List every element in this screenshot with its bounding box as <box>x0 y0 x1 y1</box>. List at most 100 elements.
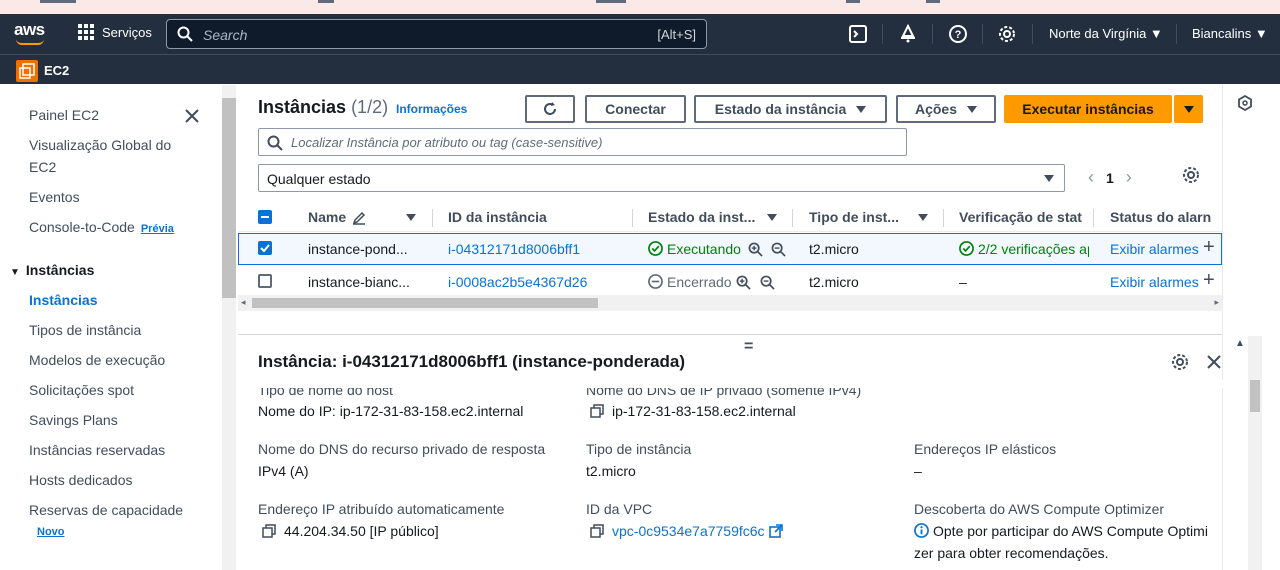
column-header-status-check[interactable]: Verificação de stat <box>959 209 1083 225</box>
sort-caret-icon[interactable] <box>767 214 777 221</box>
close-details-icon[interactable] <box>1206 354 1222 370</box>
state-label: Executando <box>667 241 741 257</box>
connect-button[interactable]: Conectar <box>585 95 686 123</box>
scroll-thumb[interactable] <box>252 298 598 308</box>
sidebar-item-console-to-code[interactable]: Console-to-Code Prévia <box>29 216 219 240</box>
add-alarm-icon[interactable]: + <box>1203 236 1215 259</box>
instance-id-link[interactable]: i-04312171d8006bff1 <box>448 241 580 257</box>
sidebar-item-instancias-reservadas[interactable]: Instâncias reservadas <box>29 439 189 461</box>
scroll-right-icon[interactable]: ▸ <box>1214 297 1219 308</box>
table-horizontal-scrollbar[interactable]: ◂ ▸ <box>238 295 1222 311</box>
sidebar-scroll-thumb[interactable] <box>222 98 236 298</box>
ec2-service-icon[interactable] <box>16 60 38 82</box>
help-panel-icon[interactable] <box>1237 95 1253 111</box>
grid-icon <box>78 24 94 40</box>
sidebar-item-eventos[interactable]: Eventos <box>29 186 189 208</box>
sort-caret-icon[interactable] <box>918 214 928 221</box>
instance-name: instance-bianc... <box>308 274 410 290</box>
info-icon <box>914 523 929 538</box>
view-alarms-link[interactable]: Exibir alarmes <box>1110 274 1199 290</box>
success-check-icon <box>959 241 974 256</box>
split-divider[interactable] <box>238 334 1222 335</box>
column-header-state[interactable]: Estado da inst... <box>648 209 758 225</box>
sidebar-item-tipos-de-instancia[interactable]: Tipos de instância <box>29 319 189 341</box>
stopped-icon <box>648 274 663 289</box>
help-icon[interactable]: ? <box>948 24 968 44</box>
sidebar-item-modelos-de-execucao[interactable]: Modelos de execução <box>29 349 189 371</box>
zoom-in-icon[interactable] <box>748 242 763 257</box>
instance-state-dropdown[interactable]: Estado da instância <box>694 95 887 123</box>
elastic-ip-value: – <box>914 463 922 479</box>
search-shortcut: [Alt+S] <box>657 27 696 42</box>
current-page[interactable]: 1 <box>1106 170 1114 186</box>
view-alarms-link[interactable]: Exibir alarmes <box>1110 241 1199 257</box>
cloudshell-icon[interactable] <box>848 24 868 44</box>
sort-caret-icon[interactable] <box>406 214 416 221</box>
details-title: Instância: i-04312171d8006bff1 (instance… <box>258 352 686 371</box>
instance-state: Encerrado <box>648 274 732 290</box>
instance-filter-input[interactable]: Localizar Instância por atributo ou tag … <box>258 128 907 156</box>
sidebar-item-reservas-de-capacidade[interactable]: Reservas de capacidade <box>29 499 209 521</box>
vpc-value: vpc-0c9534e7a7759fc6c <box>590 520 783 542</box>
optimizer-text-2[interactable]: zer para obter recomendações. <box>914 542 1109 564</box>
refresh-button[interactable] <box>525 95 575 123</box>
settings-gear-icon[interactable] <box>997 24 1017 44</box>
details-settings-gear-icon[interactable] <box>1171 353 1189 371</box>
details-scrollbar[interactable] <box>1248 336 1262 570</box>
close-sidebar-icon[interactable] <box>183 107 201 125</box>
sidebar-item-hosts-dedicados[interactable]: Hosts dedicados <box>29 469 189 491</box>
search-icon <box>267 135 283 151</box>
status-check-label: 2/2 verificações ap <box>978 241 1089 257</box>
instance-type: t2.micro <box>809 241 859 257</box>
scroll-left-icon[interactable]: ◂ <box>241 297 246 308</box>
expand-panel-icon[interactable]: ▲ <box>1235 338 1245 349</box>
row-checkbox[interactable] <box>258 274 272 288</box>
column-header-name[interactable]: Name <box>308 209 346 225</box>
instance-id-link[interactable]: i-0008ac2b5e4367d26 <box>448 274 587 290</box>
external-link-icon[interactable] <box>768 524 783 538</box>
edit-pencil-icon <box>352 211 366 225</box>
table-header: Name ID da instância Estado da inst... T… <box>238 202 1222 232</box>
column-header-instance-id[interactable]: ID da instância <box>448 209 547 225</box>
preview-badge[interactable]: Prévia <box>141 223 174 235</box>
sidebar-item-instancias[interactable]: Instâncias <box>29 289 189 311</box>
dns-resource-value: IPv4 (A) <box>258 463 309 479</box>
search-input[interactable]: Search [Alt+S] <box>166 19 707 49</box>
service-name[interactable]: EC2 <box>44 63 69 78</box>
actions-dropdown[interactable]: Ações <box>896 95 996 123</box>
zoom-out-icon[interactable] <box>760 275 775 290</box>
new-badge[interactable]: Novo <box>37 526 65 538</box>
details-scroll-thumb[interactable] <box>1250 380 1260 412</box>
table-row[interactable]: instance-bianc... i-0008ac2b5e4367d26 En… <box>238 266 1222 298</box>
column-header-type[interactable]: Tipo de inst... <box>809 209 905 225</box>
notifications-bell-icon[interactable] <box>898 24 918 44</box>
sidebar-item-savings-plans[interactable]: Savings Plans <box>29 409 189 431</box>
info-link[interactable]: Informações <box>396 102 467 116</box>
optimizer-opt-in-link[interactable]: Opte por participar do AWS Compute Optim… <box>914 520 1208 542</box>
copy-icon[interactable] <box>590 404 604 418</box>
sidebar-item-painel-ec2[interactable]: Painel EC2 <box>29 104 189 126</box>
prev-page-icon[interactable]: ‹ <box>1088 167 1094 187</box>
state-filter-select[interactable]: Qualquer estado <box>258 164 1065 192</box>
sidebar-item-solicitacoes-spot[interactable]: Solicitações spot <box>29 379 189 401</box>
copy-icon[interactable] <box>262 524 276 538</box>
zoom-out-icon[interactable] <box>771 242 786 257</box>
column-header-alarm-status[interactable]: Status do alarn <box>1110 209 1212 225</box>
aws-logo[interactable]: aws <box>14 20 48 46</box>
table-preferences-gear-icon[interactable] <box>1182 166 1200 184</box>
account-menu[interactable]: Biancalins ▼ <box>1192 26 1268 41</box>
row-checkbox[interactable] <box>258 241 272 255</box>
next-page-icon[interactable]: › <box>1126 167 1132 187</box>
services-menu-button[interactable]: Serviços <box>78 24 152 40</box>
zoom-in-icon[interactable] <box>736 275 751 290</box>
launch-options-dropdown[interactable] <box>1174 95 1203 123</box>
vpc-link[interactable]: vpc-0c9534e7a7759fc6c <box>612 523 765 539</box>
add-alarm-icon[interactable]: + <box>1203 269 1215 292</box>
sidebar-section-instancias[interactable]: ▼ Instâncias <box>10 262 94 278</box>
table-row[interactable]: instance-pond... i-04312171d8006bff1 Exe… <box>238 233 1222 265</box>
region-selector[interactable]: Norte da Virgínia ▼ <box>1049 26 1163 41</box>
copy-icon[interactable] <box>590 524 604 538</box>
select-all-checkbox[interactable] <box>258 210 272 224</box>
launch-instances-button[interactable]: Executar instâncias <box>1004 95 1172 123</box>
sidebar-item-global-view[interactable]: Visualização Global do EC2 <box>29 134 189 178</box>
